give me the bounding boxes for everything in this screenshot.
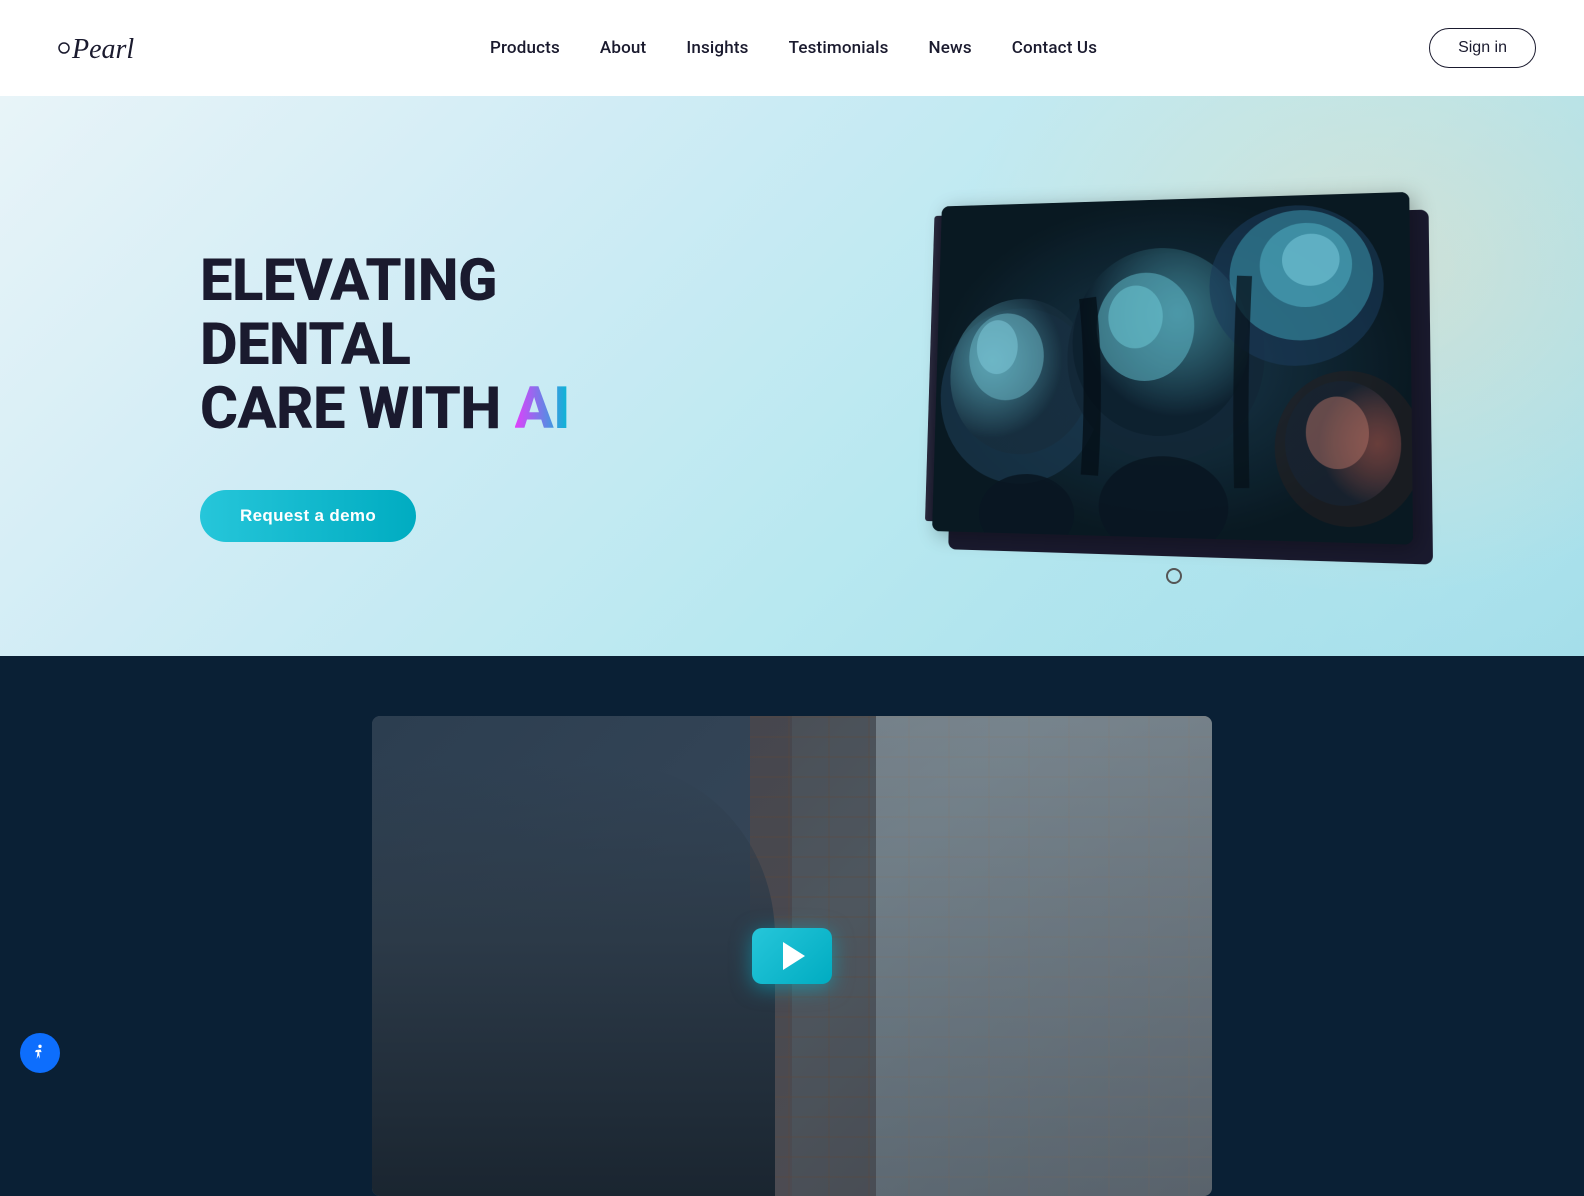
hero-title: ELEVATING DENTAL CARE WITH AI [200, 250, 580, 441]
nav-contact[interactable]: Contact Us [1012, 38, 1097, 58]
hero-title-line2: CARE WITH [200, 375, 515, 443]
header: Pearl Products About Insights Testimonia… [0, 0, 1584, 96]
logo-area: Pearl [48, 18, 138, 78]
video-person-shadow [372, 764, 775, 1196]
play-icon [783, 942, 805, 970]
nav-insights[interactable]: Insights [686, 38, 748, 58]
video-container [372, 716, 1212, 1196]
nav-news[interactable]: News [929, 38, 972, 58]
video-section [0, 656, 1584, 1196]
indicator-dot [1166, 568, 1182, 584]
nav-about[interactable]: About [600, 38, 646, 58]
accessibility-button[interactable] [20, 1033, 60, 1073]
hero-title-line1: ELEVATING DENTAL [200, 247, 497, 379]
hero-image-area [924, 196, 1424, 556]
play-button[interactable] [752, 928, 832, 984]
nav-products[interactable]: Products [490, 38, 560, 58]
svg-text:Pearl: Pearl [71, 34, 134, 65]
video-window-light [876, 716, 1212, 1196]
hero-section: ELEVATING DENTAL CARE WITH AI Request a … [0, 96, 1584, 656]
hero-title-ai: AI [515, 375, 570, 443]
pearl-logo: Pearl [48, 18, 138, 78]
request-demo-button[interactable]: Request a demo [200, 490, 416, 542]
video-thumbnail [372, 716, 1212, 1196]
accessibility-icon [30, 1043, 50, 1063]
play-button-wrapper [752, 928, 832, 984]
main-nav: Products About Insights Testimonials New… [490, 38, 1097, 58]
sign-in-button[interactable]: Sign in [1429, 28, 1536, 68]
nav-testimonials[interactable]: Testimonials [789, 38, 889, 58]
xray-image [932, 192, 1413, 545]
xray-card [931, 191, 1435, 567]
xray-card-front [932, 192, 1413, 545]
hero-content: ELEVATING DENTAL CARE WITH AI Request a … [0, 210, 580, 541]
